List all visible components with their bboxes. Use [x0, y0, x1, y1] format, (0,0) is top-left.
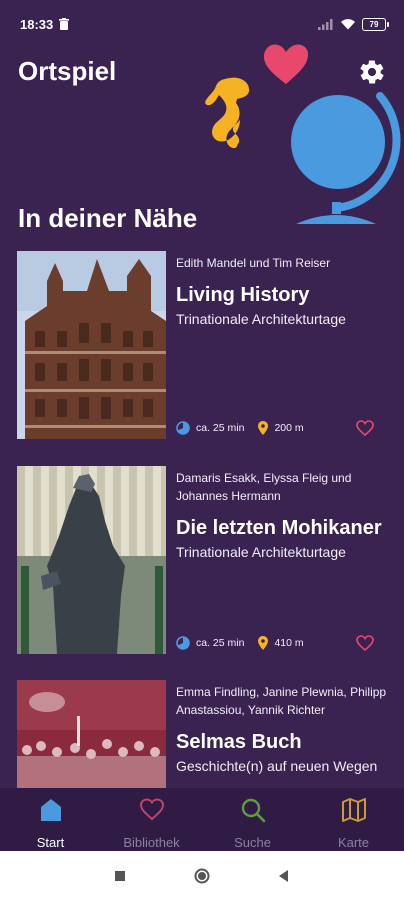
seahorse-illustration — [205, 77, 250, 149]
story-info: Edith Mandel und Tim Reiser Living Histo… — [176, 251, 389, 441]
story-info: Emma Findling, Janine Plewnia, Philipp A… — [176, 680, 389, 790]
clock-icon — [176, 636, 190, 650]
story-distance: 410 m — [274, 637, 304, 649]
story-meta: ca. 25 min 410 m — [176, 632, 389, 654]
home-icon — [40, 799, 61, 821]
story-duration: ca. 25 min — [196, 422, 245, 434]
location-pin-icon — [258, 421, 269, 435]
favorite-heart-icon[interactable] — [356, 420, 374, 436]
app-title: Ortspiel — [18, 56, 117, 86]
story-authors: Emma Findling, Janine Plewnia, Philipp A… — [176, 685, 387, 717]
bottom-nav: Start Bibliothek Suche Karte — [0, 788, 404, 851]
story-authors: Damaris Esakk, Elyssa Fleig und Johannes… — [176, 471, 352, 503]
heart-illustration — [263, 44, 309, 84]
status-time: 18:33 — [20, 16, 54, 32]
system-nav-bar — [0, 851, 404, 900]
story-title: Selmas Buch — [176, 731, 302, 753]
story-title: Die letzten Mohikaner — [176, 517, 382, 539]
status-right: 79 — [318, 17, 389, 31]
distance-meta: 410 m — [258, 636, 304, 650]
nav-karte-label: Karte — [337, 835, 370, 850]
story-authors: Edith Mandel und Tim Reiser — [176, 256, 331, 270]
home-button-icon[interactable] — [194, 868, 210, 884]
map-icon — [341, 798, 366, 822]
status-bar: 18:33 79 — [0, 0, 404, 48]
recents-icon[interactable] — [112, 868, 128, 884]
story-subtitle: Geschichte(n) auf neuen Wegen — [176, 758, 378, 774]
nav-start[interactable]: Start — [0, 788, 101, 851]
back-icon[interactable] — [276, 868, 292, 884]
story-info: Damaris Esakk, Elyssa Fleig und Johannes… — [176, 466, 389, 656]
wifi-icon — [341, 19, 355, 30]
story-meta: ca. 25 min 200 m — [176, 417, 389, 439]
distance-meta: 200 m — [258, 421, 304, 435]
nav-suche[interactable]: Suche — [202, 788, 303, 851]
story-distance: 200 m — [274, 422, 304, 434]
story-subtitle: Trinationale Architekturtage — [176, 544, 346, 560]
nav-suche-label: Suche — [234, 835, 271, 850]
signal-icon — [318, 19, 333, 30]
nav-start-label: Start — [36, 835, 65, 850]
heart-icon — [139, 798, 164, 821]
battery-icon: 79 — [362, 17, 389, 31]
story-thumbnail — [17, 680, 166, 790]
duration-meta: ca. 25 min — [176, 421, 244, 435]
clock-icon — [176, 421, 190, 435]
story-title: Living History — [176, 284, 310, 306]
duration-meta: ca. 25 min — [176, 636, 244, 650]
globe-illustration — [291, 92, 401, 224]
story-thumbnail — [17, 466, 166, 654]
story-card[interactable]: Edith Mandel und Tim Reiser Living Histo… — [17, 251, 389, 441]
location-pin-icon — [258, 636, 269, 650]
nav-bibliothek-label: Bibliothek — [123, 835, 180, 850]
status-left: 18:33 — [20, 16, 70, 32]
section-title: In deiner Nähe — [18, 203, 198, 233]
trash-icon — [59, 18, 70, 30]
nav-bibliothek[interactable]: Bibliothek — [101, 788, 202, 851]
search-icon — [241, 798, 265, 823]
story-duration: ca. 25 min — [196, 637, 245, 649]
favorite-heart-icon[interactable] — [356, 635, 374, 651]
story-subtitle: Trinationale Architekturtage — [176, 311, 346, 327]
story-thumbnail — [17, 251, 166, 439]
story-card[interactable]: Damaris Esakk, Elyssa Fleig und Johannes… — [17, 466, 389, 656]
gear-icon[interactable] — [358, 58, 386, 86]
story-card[interactable]: Emma Findling, Janine Plewnia, Philipp A… — [17, 680, 389, 790]
nav-karte[interactable]: Karte — [303, 788, 404, 851]
